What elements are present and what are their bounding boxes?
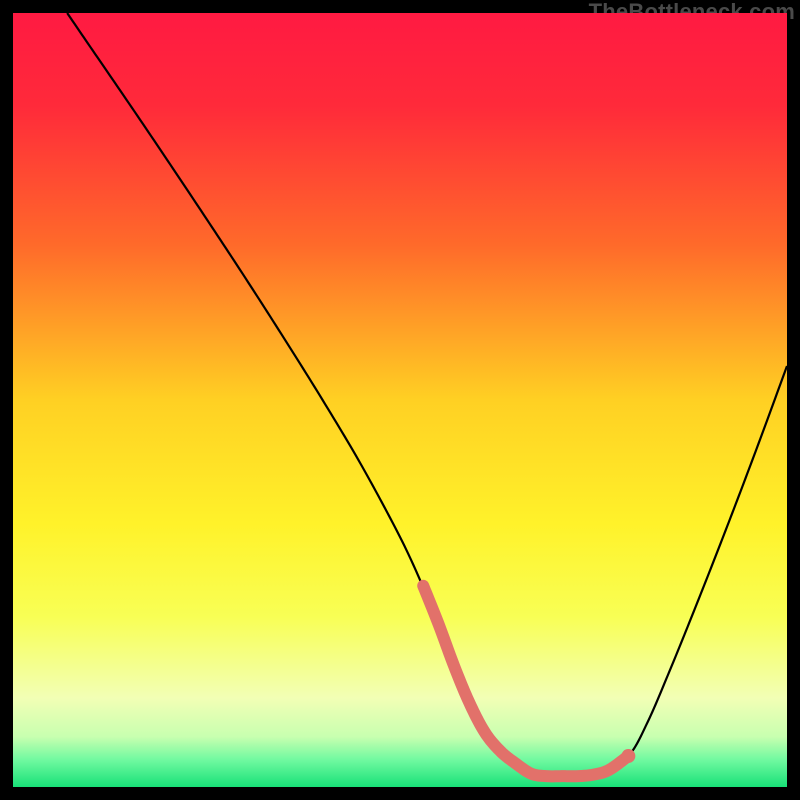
end-dot-marker bbox=[621, 749, 635, 763]
gradient-background bbox=[13, 13, 787, 787]
chart-frame: TheBottleneck.com bbox=[13, 13, 787, 787]
bottleneck-chart bbox=[13, 13, 787, 787]
